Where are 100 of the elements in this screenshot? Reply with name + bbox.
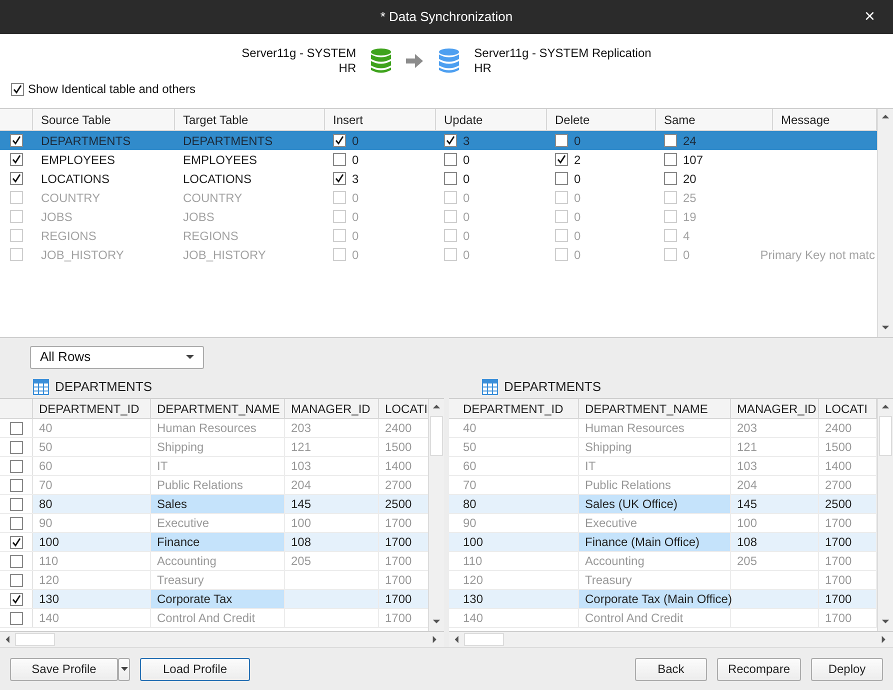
checkbox[interactable] (11, 82, 24, 96)
close-button[interactable]: × (864, 7, 875, 25)
checkbox[interactable] (10, 536, 22, 548)
checkbox[interactable] (10, 554, 22, 568)
checkbox[interactable] (444, 134, 457, 147)
column-header[interactable]: Same (656, 109, 773, 130)
checkbox[interactable] (10, 478, 22, 492)
checkbox[interactable] (10, 422, 22, 434)
checkbox[interactable] (10, 191, 23, 204)
table-cell: 203 (731, 419, 819, 437)
dropdown-button[interactable] (118, 658, 130, 680)
checkbox[interactable] (444, 153, 457, 166)
column-header[interactable]: DEPARTMENT_NAME (579, 399, 731, 418)
table-row[interactable]: 130 Corporate Tax (Main Office) 1700 (449, 590, 877, 609)
checkbox[interactable] (444, 248, 457, 261)
table-cell: 121 (285, 438, 379, 456)
horizontal-scrollbar[interactable] (449, 631, 893, 647)
checkbox[interactable] (664, 210, 677, 223)
checkbox[interactable] (10, 248, 23, 261)
checkbox[interactable] (10, 210, 23, 223)
checkbox[interactable] (333, 153, 346, 166)
table-cell: 60 (33, 457, 151, 475)
checkbox[interactable] (555, 172, 568, 185)
column-header[interactable]: DEPARTMENT_NAME (151, 399, 285, 418)
checkbox[interactable] (444, 229, 457, 242)
table-cell: Finance (151, 533, 285, 551)
checkbox[interactable] (555, 153, 568, 166)
vertical-scrollbar[interactable] (428, 399, 444, 631)
checkbox[interactable] (333, 229, 346, 242)
checkbox[interactable] (10, 229, 23, 242)
checkbox[interactable] (333, 191, 346, 204)
dialog-button[interactable]: Deploy (811, 658, 883, 680)
table-row[interactable]: 100 Finance 108 1700 (0, 533, 428, 552)
column-header[interactable]: Delete (547, 109, 656, 130)
table-cell: 205 (285, 552, 379, 570)
checkbox[interactable] (333, 172, 346, 185)
checkbox[interactable] (10, 460, 22, 472)
checkbox[interactable] (664, 153, 677, 166)
table-cell: Control And Credit (151, 609, 285, 627)
checkbox[interactable] (555, 248, 568, 261)
checkbox[interactable] (444, 191, 457, 204)
column-header[interactable]: Target Table (175, 109, 325, 130)
table-cell: Public Relations (579, 476, 731, 494)
column-header[interactable]: Source Table (33, 109, 175, 130)
checkbox[interactable] (555, 134, 568, 147)
database-icon (438, 48, 460, 74)
table-cell-text: LOCATIONS (182, 170, 252, 188)
checkbox[interactable] (664, 172, 677, 185)
checkbox[interactable] (10, 153, 23, 166)
checkbox[interactable] (664, 248, 677, 261)
checkbox[interactable] (333, 134, 346, 147)
column-header[interactable]: Insert (325, 109, 436, 130)
checkbox[interactable] (10, 498, 22, 510)
checkbox-label[interactable]: Show Identical table and others (28, 80, 196, 98)
horizontal-scrollbar[interactable] (0, 631, 444, 647)
table-cell: 60 (457, 457, 579, 475)
checkbox[interactable] (333, 210, 346, 223)
checkbox[interactable] (444, 172, 457, 185)
column-header[interactable]: MANAGER_ID (285, 399, 379, 418)
scrollbar-thumb[interactable] (15, 633, 55, 646)
checkbox[interactable] (555, 191, 568, 204)
table-row[interactable]: 130 Corporate Tax 1700 (0, 590, 428, 609)
table-row[interactable]: 80 Sales (UK Office) 145 2500 (449, 495, 877, 514)
rows-filter-dropdown[interactable]: All Rows (30, 346, 204, 368)
count-value: 0 (574, 246, 581, 264)
column-header[interactable]: DEPARTMENT_ID (33, 399, 151, 418)
save-profile-button[interactable]: Save Profile (10, 658, 118, 680)
checkbox[interactable] (10, 440, 22, 454)
table-row[interactable]: 100 Finance (Main Office) 108 1700 (449, 533, 877, 552)
table-row[interactable]: 80 Sales 145 2500 (0, 495, 428, 514)
column-header[interactable]: MANAGER_ID (731, 399, 819, 418)
checkbox[interactable] (555, 229, 568, 242)
vertical-scrollbar[interactable] (877, 399, 893, 631)
checkbox[interactable] (664, 134, 677, 147)
dialog-button[interactable]: Recompare (716, 658, 801, 680)
checkbox[interactable] (333, 248, 346, 261)
checkbox[interactable] (10, 612, 22, 624)
scrollbar-thumb[interactable] (430, 416, 443, 456)
checkbox[interactable] (664, 229, 677, 242)
checkbox[interactable] (664, 191, 677, 204)
scrollbar-thumb[interactable] (464, 633, 504, 646)
checkbox[interactable] (10, 172, 23, 185)
dialog-button[interactable]: Back (634, 658, 707, 680)
checkbox[interactable] (10, 592, 22, 606)
checkbox[interactable] (10, 134, 23, 147)
scrollbar-thumb[interactable] (879, 416, 892, 456)
table-row[interactable]: DEPARTMENTS DEPARTMENTS 0 3 0 24 (0, 131, 877, 150)
count-value: 0 (352, 228, 359, 244)
checkbox[interactable] (10, 574, 22, 586)
table-cell: 110 (457, 552, 579, 570)
profile-button[interactable]: Load Profile (140, 658, 250, 680)
table-cell: 121 (731, 438, 819, 456)
table-cell: 40 (33, 419, 151, 437)
checkbox[interactable] (10, 516, 22, 530)
checkbox[interactable] (555, 210, 568, 223)
table-cell-text: REGIONS (40, 228, 98, 244)
vertical-scrollbar[interactable] (877, 109, 893, 337)
checkbox[interactable] (444, 210, 457, 223)
column-header[interactable]: DEPARTMENT_ID (457, 399, 579, 418)
column-header[interactable]: Update (436, 109, 547, 130)
